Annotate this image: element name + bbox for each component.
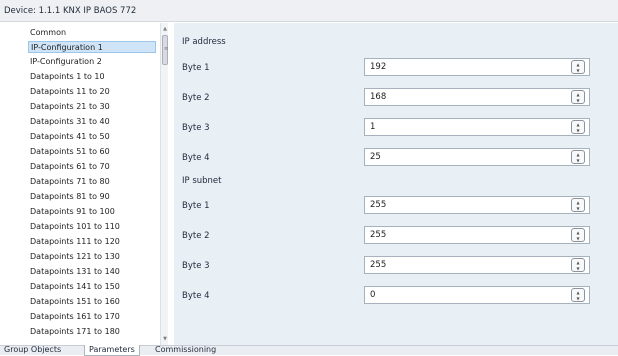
- field-label-subnet-byte-3: Byte 3: [182, 261, 210, 271]
- tree-item-datapoints-121-130[interactable]: Datapoints 121 to 130: [30, 251, 120, 262]
- field-label-subnet-byte-2: Byte 2: [182, 231, 210, 241]
- device-title: Device: 1.1.1 KNX IP BAOS 772: [0, 0, 618, 22]
- section-title-ip-address: IP address: [182, 37, 226, 47]
- section-title-ip-subnet: IP subnet: [182, 176, 222, 186]
- spinner-icon[interactable]: ▲ ▼: [571, 288, 585, 302]
- ip-byte-3-input[interactable]: 1 ▲ ▼: [364, 118, 590, 136]
- tree-item-datapoints-141-150[interactable]: Datapoints 141 to 150: [30, 281, 120, 292]
- parameter-tree: Common IP-Configuration 1 IP-Configurati…: [0, 23, 160, 345]
- tree-item-datapoints-101-110[interactable]: Datapoints 101 to 110: [30, 221, 120, 232]
- scroll-thumb-grip-icon: ≡: [164, 46, 169, 52]
- parameter-tree-pane: Common IP-Configuration 1 IP-Configurati…: [0, 23, 168, 345]
- tree-item-datapoints-61-70[interactable]: Datapoints 61 to 70: [30, 161, 110, 172]
- field-label-ip-byte-4: Byte 4: [182, 153, 210, 163]
- spinner-icon[interactable]: ▲ ▼: [571, 150, 585, 164]
- tab-parameters[interactable]: Parameters: [84, 345, 140, 356]
- parameter-panel: IP address Byte 1 192 ▲ ▼ Byte 2 168 ▲ ▼ B…: [174, 23, 618, 345]
- ip-byte-4-value: 25: [370, 152, 381, 162]
- spinner-icon[interactable]: ▲ ▼: [571, 60, 585, 74]
- subnet-byte-2-input[interactable]: 255 ▲ ▼: [364, 226, 590, 244]
- ip-byte-3-value: 1: [370, 122, 376, 132]
- tree-item-datapoints-31-40[interactable]: Datapoints 31 to 40: [30, 116, 110, 127]
- scroll-thumb[interactable]: ≡: [162, 35, 168, 65]
- subnet-byte-3-input[interactable]: 255 ▲ ▼: [364, 256, 590, 274]
- field-label-ip-byte-3: Byte 3: [182, 123, 210, 133]
- bottom-tab-bar: Group Objects Parameters Commissioning: [0, 345, 618, 356]
- tree-vertical-scrollbar[interactable]: ▲ ≡ ▼: [160, 23, 168, 345]
- tree-item-datapoints-1-10[interactable]: Datapoints 1 to 10: [30, 71, 105, 82]
- scroll-up-arrow-icon[interactable]: ▲: [161, 25, 169, 33]
- tab-commissioning[interactable]: Commissioning: [151, 345, 220, 356]
- tree-item-ip-configuration-2[interactable]: IP-Configuration 2: [30, 56, 102, 67]
- tree-item-datapoints-91-100[interactable]: Datapoints 91 to 100: [30, 206, 115, 217]
- tree-item-datapoints-131-140[interactable]: Datapoints 131 to 140: [30, 266, 120, 277]
- ip-byte-1-input[interactable]: 192 ▲ ▼: [364, 58, 590, 76]
- spinner-icon[interactable]: ▲ ▼: [571, 258, 585, 272]
- spinner-icon[interactable]: ▲ ▼: [571, 198, 585, 212]
- tree-item-datapoints-51-60[interactable]: Datapoints 51 to 60: [30, 146, 110, 157]
- subnet-byte-1-value: 255: [370, 200, 387, 210]
- field-label-subnet-byte-1: Byte 1: [182, 201, 210, 211]
- subnet-byte-2-value: 255: [370, 230, 387, 240]
- field-label-ip-byte-1: Byte 1: [182, 63, 210, 73]
- subnet-byte-4-input[interactable]: 0 ▲ ▼: [364, 286, 590, 304]
- ip-byte-1-value: 192: [370, 62, 387, 72]
- subnet-byte-4-value: 0: [370, 290, 376, 300]
- spinner-icon[interactable]: ▲ ▼: [571, 228, 585, 242]
- field-label-subnet-byte-4: Byte 4: [182, 291, 210, 301]
- tree-item-datapoints-21-30[interactable]: Datapoints 21 to 30: [30, 101, 110, 112]
- tree-item-datapoints-151-160[interactable]: Datapoints 151 to 160: [30, 296, 120, 307]
- subnet-byte-3-value: 255: [370, 260, 387, 270]
- spinner-icon[interactable]: ▲ ▼: [571, 90, 585, 104]
- ip-byte-4-input[interactable]: 25 ▲ ▼: [364, 148, 590, 166]
- scroll-down-arrow-icon[interactable]: ▼: [161, 335, 169, 343]
- tree-item-common[interactable]: Common: [30, 27, 66, 38]
- ip-byte-2-value: 168: [370, 92, 387, 102]
- tree-item-datapoints-11-20[interactable]: Datapoints 11 to 20: [30, 86, 110, 97]
- subnet-byte-1-input[interactable]: 255 ▲ ▼: [364, 196, 590, 214]
- tree-item-datapoints-171-180[interactable]: Datapoints 171 to 180: [30, 326, 120, 337]
- tab-group-objects[interactable]: Group Objects: [0, 345, 65, 356]
- tree-item-ip-configuration-1[interactable]: IP-Configuration 1: [28, 41, 156, 53]
- tree-item-datapoints-71-80[interactable]: Datapoints 71 to 80: [30, 176, 110, 187]
- tree-item-datapoints-41-50[interactable]: Datapoints 41 to 50: [30, 131, 110, 142]
- tree-item-datapoints-161-170[interactable]: Datapoints 161 to 170: [30, 311, 120, 322]
- spinner-icon[interactable]: ▲ ▼: [571, 120, 585, 134]
- ip-byte-2-input[interactable]: 168 ▲ ▼: [364, 88, 590, 106]
- tree-item-datapoints-81-90[interactable]: Datapoints 81 to 90: [30, 191, 110, 202]
- field-label-ip-byte-2: Byte 2: [182, 93, 210, 103]
- tree-item-datapoints-111-120[interactable]: Datapoints 111 to 120: [30, 236, 120, 247]
